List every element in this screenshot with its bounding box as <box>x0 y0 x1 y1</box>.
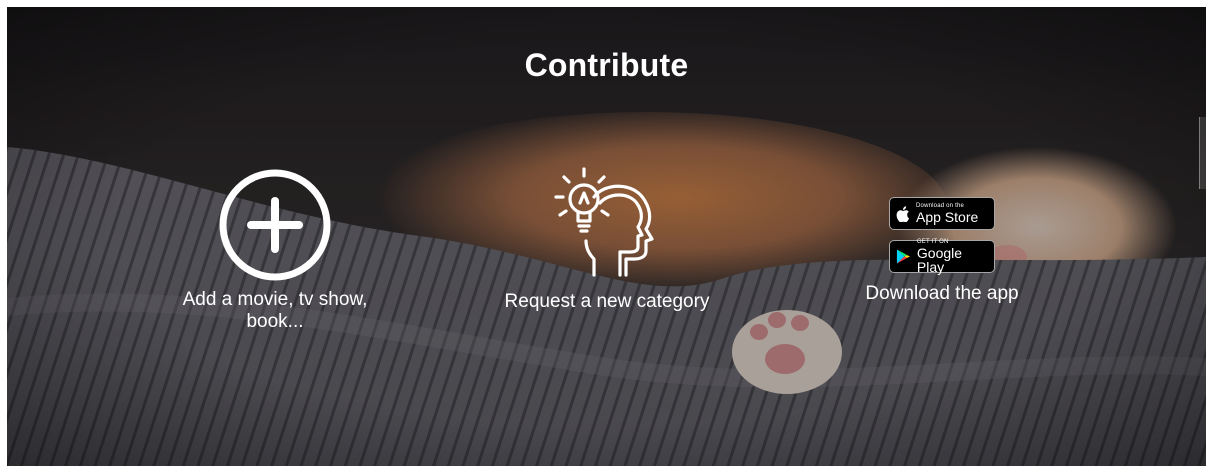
download-app-label: Download the app <box>865 283 1019 304</box>
add-item-label[interactable]: Add a movie, tv show, book... <box>162 289 388 333</box>
plus-circle-icon[interactable] <box>217 167 333 283</box>
request-category-action[interactable]: Request a new category <box>477 163 737 313</box>
add-item-action[interactable]: Add a movie, tv show, book... <box>162 167 388 333</box>
app-store-button[interactable]: Download on the App Store <box>889 197 995 230</box>
google-play-button[interactable]: GET IT ON Google Play <box>889 239 995 275</box>
app-store-big-text: App Store <box>916 209 979 225</box>
lightbulb-head-icon[interactable] <box>542 163 672 283</box>
google-play-big-text: Google Play <box>916 245 963 275</box>
contribute-section: Contribute Add a movie, tv show, book... <box>7 7 1206 466</box>
play-triangle-icon <box>896 249 910 264</box>
side-scroll-tab[interactable] <box>1199 117 1206 189</box>
apple-icon <box>896 205 909 222</box>
download-app-block: Download on the App Store GET IT ON Goog… <box>842 197 1042 305</box>
section-title: Contribute <box>524 47 689 83</box>
request-category-label[interactable]: Request a new category <box>477 291 737 313</box>
